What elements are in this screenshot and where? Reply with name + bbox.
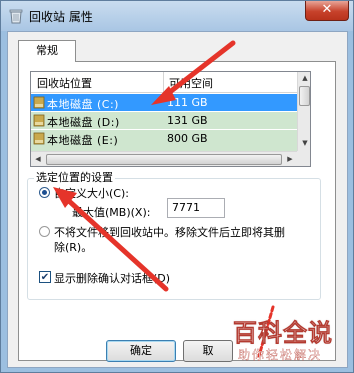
no-recycle-label-line1[interactable]: 不将文件移到回收站中。移除文件后立即将其删 (54, 224, 285, 240)
custom-size-label[interactable]: 自定义大小(C): (54, 185, 129, 201)
window-title: 回收站 属性 (29, 10, 93, 24)
ok-label: 确定 (130, 344, 152, 357)
cancel-label: 取 (202, 344, 214, 357)
ok-button[interactable]: 确定 (106, 340, 176, 362)
list-header: 回收站位置 可用空间 (31, 72, 297, 93)
recycle-bin-icon (9, 9, 23, 24)
column-divider[interactable] (163, 72, 164, 92)
cancel-button[interactable]: 取 (183, 340, 233, 362)
max-size-input[interactable]: 7771 (167, 198, 225, 218)
column-header-location[interactable]: 回收站位置 (37, 75, 92, 91)
scroll-up-icon[interactable]: ▲ (298, 72, 310, 85)
scroll-down-icon[interactable]: ▼ (298, 137, 310, 150)
drive-icon (33, 132, 45, 145)
scroll-left-icon[interactable]: ◀ (31, 152, 45, 166)
confirm-delete-label[interactable]: 显示删除确认对话框(D) (54, 270, 170, 286)
scroll-right-icon[interactable]: ▶ (283, 152, 297, 166)
close-icon: ✕ (321, 2, 333, 17)
list-row[interactable]: 本地磁盘 (D:) 131 GB (31, 112, 297, 129)
drive-icon (33, 114, 45, 127)
drive-free-space: 800 GB (167, 132, 208, 145)
recycle-location-list[interactable]: 回收站位置 可用空间 本地磁盘 (C:) 111 GB 本地磁盘 (D:) 13… (30, 71, 311, 167)
group-title: 选定位置的设置 (34, 169, 115, 185)
close-button[interactable]: ✕ (305, 1, 349, 21)
tab-general[interactable]: 常规 (18, 40, 76, 62)
no-recycle-radio[interactable] (39, 226, 50, 237)
confirm-delete-checkbox[interactable]: ✔ (39, 271, 51, 283)
drive-name: 本地磁盘 (C:) (47, 98, 119, 111)
list-row[interactable]: 本地磁盘 (E:) 800 GB (31, 130, 297, 151)
column-header-free-space[interactable]: 可用空间 (169, 75, 213, 91)
title-bar[interactable]: 回收站 属性 ✕ (1, 1, 353, 31)
max-size-label: 最大值(MB)(X): (72, 206, 151, 219)
vertical-scrollbar[interactable]: ▲ ▼ (297, 72, 310, 151)
drive-free-space: 111 GB (167, 96, 208, 109)
drive-icon (33, 96, 45, 109)
no-recycle-label-line2[interactable]: 除(R)。 (54, 239, 92, 255)
max-size-value: 7771 (172, 201, 200, 214)
horizontal-scrollbar[interactable]: ◀ ▶ (31, 151, 297, 166)
tab-label: 常规 (36, 44, 58, 57)
drive-name: 本地磁盘 (E:) (47, 134, 119, 147)
custom-size-radio[interactable] (39, 187, 50, 198)
checkmark-icon: ✔ (40, 272, 50, 283)
list-row[interactable]: 本地磁盘 (C:) 111 GB (31, 94, 297, 111)
watermark-subtitle: 助你轻松解决 (238, 348, 323, 362)
scroll-thumb[interactable] (299, 86, 310, 106)
scroll-corner (297, 151, 310, 166)
watermark-title: 百科全说 (233, 319, 333, 348)
properties-window: 回收站 属性 ✕ 常规 回收站位置 可用空间 本地磁盘 (C:) 111 GB (0, 0, 354, 373)
scroll-thumb[interactable] (46, 154, 282, 165)
drive-name: 本地磁盘 (D:) (47, 116, 120, 129)
drive-free-space: 131 GB (167, 114, 208, 127)
